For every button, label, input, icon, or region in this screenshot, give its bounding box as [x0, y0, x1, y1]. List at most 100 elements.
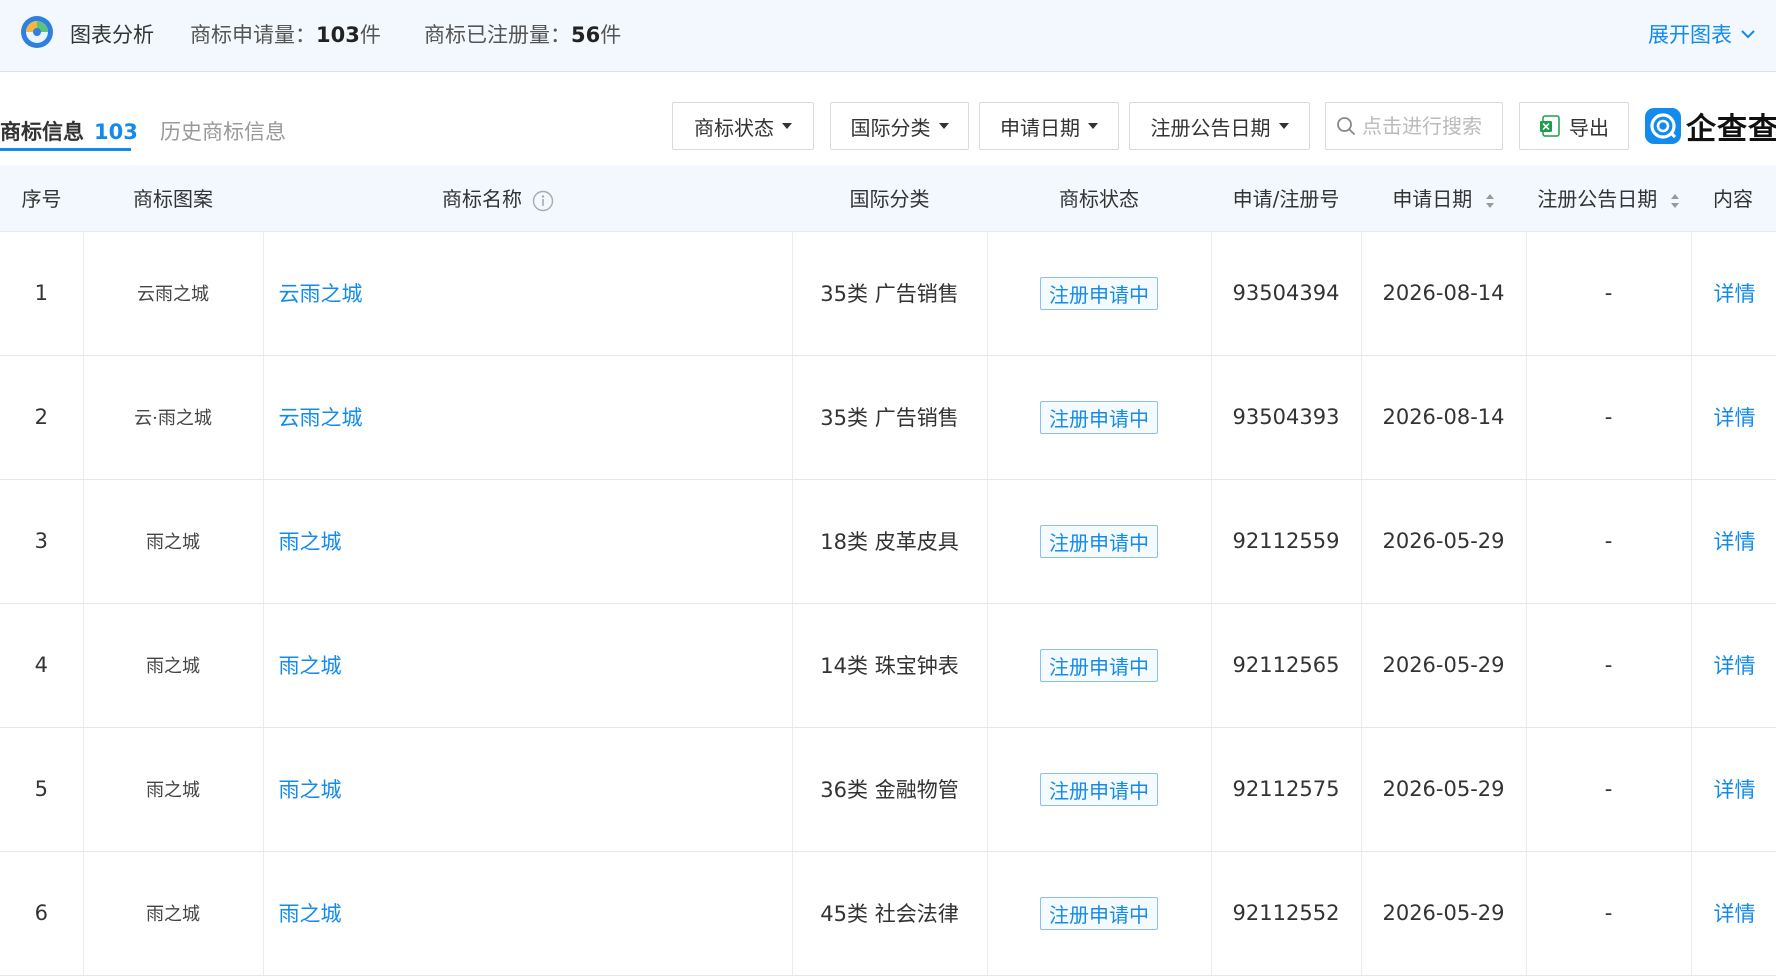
detail-link[interactable]: 详情	[1714, 282, 1756, 306]
cell-pattern-image[interactable]: 云·雨之城	[83, 355, 264, 480]
sort-icon[interactable]	[1485, 193, 1495, 209]
intl-class-filter-label: 国际分类	[850, 115, 931, 140]
cell-intl-class: 14类 珠宝钟表	[792, 603, 988, 728]
cell-apply-date: 2026-05-29	[1361, 603, 1527, 728]
cell-apply-date: 2026-05-29	[1361, 727, 1527, 852]
brand-name: 企查查	[1686, 112, 1776, 147]
trademark-name-link[interactable]: 云雨之城	[279, 282, 363, 306]
cell-content: 详情	[1691, 851, 1776, 976]
info-icon[interactable]	[532, 190, 554, 212]
registered-count-stat: 商标已注册量：56件	[424, 23, 622, 47]
cell-name: 云雨之城	[263, 355, 793, 480]
trademark-name-link[interactable]: 雨之城	[279, 654, 342, 678]
cell-apply-date: 2026-08-14	[1361, 231, 1527, 356]
expand-chart-button[interactable]: 展开图表	[1648, 19, 1756, 49]
header-name: 商标名称	[263, 165, 792, 232]
cell-pub-date: -	[1526, 851, 1692, 976]
search-box[interactable]	[1325, 102, 1503, 150]
cell-pub-date: -	[1526, 727, 1692, 852]
applied-count-stat: 商标申请量：103件	[190, 23, 381, 47]
summary-title: 图表分析	[70, 23, 154, 47]
cell-content: 详情	[1691, 479, 1776, 604]
header-reg-no: 申请/注册号	[1211, 165, 1361, 232]
cell-pub-date: -	[1526, 355, 1692, 480]
cell-reg-no: 92112559	[1211, 479, 1362, 604]
header-no: 序号	[0, 165, 83, 232]
header-status: 商标状态	[987, 165, 1211, 232]
pub-date-filter-label: 注册公告日期	[1150, 115, 1271, 140]
search-input[interactable]	[1362, 114, 1502, 138]
detail-link[interactable]: 详情	[1714, 406, 1756, 430]
caret-down-icon	[1278, 123, 1289, 129]
cell-no: 2	[0, 355, 84, 480]
export-button[interactable]: 导出	[1519, 102, 1629, 150]
excel-icon	[1540, 115, 1560, 137]
trademark-name-link[interactable]: 雨之城	[279, 778, 342, 802]
tab-trademark-info-label: 商标信息	[0, 120, 84, 144]
cell-pattern-image[interactable]: 云雨之城	[83, 231, 264, 356]
cell-content: 详情	[1691, 727, 1776, 852]
table-header-row: 序号 商标图案 商标名称 国际分类 商标状态 申请/注册号 申请日期 注册公告日…	[0, 165, 1776, 232]
status-badge: 注册申请中	[1040, 896, 1158, 930]
header-pub-date[interactable]: 注册公告日期	[1526, 165, 1691, 232]
sort-icon[interactable]	[1670, 193, 1680, 209]
cell-name: 雨之城	[263, 479, 793, 604]
cell-content: 详情	[1691, 355, 1776, 480]
export-label: 导出	[1569, 115, 1609, 140]
cell-pub-date: -	[1526, 479, 1692, 604]
cell-pattern-image[interactable]: 雨之城	[83, 851, 264, 976]
cell-pattern-image[interactable]: 雨之城	[83, 479, 264, 604]
cell-intl-class: 35类 广告销售	[792, 355, 988, 480]
trademark-name-link[interactable]: 雨之城	[279, 902, 342, 926]
cell-pub-date: -	[1526, 231, 1692, 356]
cell-status: 注册申请中	[987, 851, 1212, 976]
table-row: 6 雨之城 雨之城 45类 社会法律 注册申请中 92112552 2026-0…	[0, 851, 1776, 976]
chevron-down-icon	[1741, 30, 1755, 39]
cell-no: 3	[0, 479, 84, 604]
status-badge: 注册申请中	[1040, 772, 1158, 806]
cell-reg-no: 93504393	[1211, 355, 1362, 480]
detail-link[interactable]: 详情	[1714, 778, 1756, 802]
cell-reg-no: 93504394	[1211, 231, 1362, 356]
cell-name: 雨之城	[263, 851, 793, 976]
pub-date-filter-dropdown[interactable]: 注册公告日期	[1129, 102, 1310, 150]
apply-date-filter-dropdown[interactable]: 申请日期	[979, 102, 1119, 150]
active-tab-underline	[0, 148, 131, 151]
status-badge: 注册申请中	[1040, 524, 1158, 558]
trademark-name-link[interactable]: 云雨之城	[279, 406, 363, 430]
trademark-name-link[interactable]: 雨之城	[279, 530, 342, 554]
cell-apply-date: 2026-05-29	[1361, 851, 1527, 976]
apply-date-filter-label: 申请日期	[1000, 115, 1080, 140]
detail-link[interactable]: 详情	[1714, 530, 1756, 554]
cell-name: 云雨之城	[263, 231, 793, 356]
cell-intl-class: 45类 社会法律	[792, 851, 988, 976]
status-filter-dropdown[interactable]: 商标状态	[672, 102, 814, 150]
cell-name: 雨之城	[263, 727, 793, 852]
cell-content: 详情	[1691, 603, 1776, 728]
table-row: 5 雨之城 雨之城 36类 金融物管 注册申请中 92112575 2026-0…	[0, 727, 1776, 852]
header-content: 内容	[1691, 165, 1776, 232]
summary-bar: 图表分析 商标申请量：103件 商标已注册量：56件 展开图表	[0, 0, 1776, 72]
cell-status: 注册申请中	[987, 603, 1212, 728]
cell-reg-no: 92112575	[1211, 727, 1362, 852]
status-badge: 注册申请中	[1040, 400, 1158, 434]
cell-reg-no: 92112565	[1211, 603, 1362, 728]
cell-intl-class: 18类 皮革皮具	[792, 479, 988, 604]
trademark-table: 序号 商标图案 商标名称 国际分类 商标状态 申请/注册号 申请日期 注册公告日…	[0, 165, 1776, 976]
tab-trademark-info[interactable]: 商标信息 103	[0, 116, 138, 146]
cell-apply-date: 2026-05-29	[1361, 479, 1527, 604]
cell-pattern-image[interactable]: 雨之城	[83, 727, 264, 852]
tab-trademark-info-count: 103	[94, 120, 138, 144]
header-apply-date[interactable]: 申请日期	[1361, 165, 1526, 232]
qichacha-logo-icon	[1645, 108, 1681, 144]
detail-link[interactable]: 详情	[1714, 654, 1756, 678]
cell-intl-class: 35类 广告销售	[792, 231, 988, 356]
tab-history-trademark-info[interactable]: 历史商标信息	[160, 116, 286, 146]
table-row: 3 雨之城 雨之城 18类 皮革皮具 注册申请中 92112559 2026-0…	[0, 479, 1776, 604]
cell-name: 雨之城	[263, 603, 793, 728]
table-row: 1 云雨之城 云雨之城 35类 广告销售 注册申请中 93504394 2026…	[0, 231, 1776, 356]
detail-link[interactable]: 详情	[1714, 902, 1756, 926]
cell-pattern-image[interactable]: 雨之城	[83, 603, 264, 728]
intl-class-filter-dropdown[interactable]: 国际分类	[830, 102, 969, 150]
status-badge: 注册申请中	[1040, 276, 1158, 310]
